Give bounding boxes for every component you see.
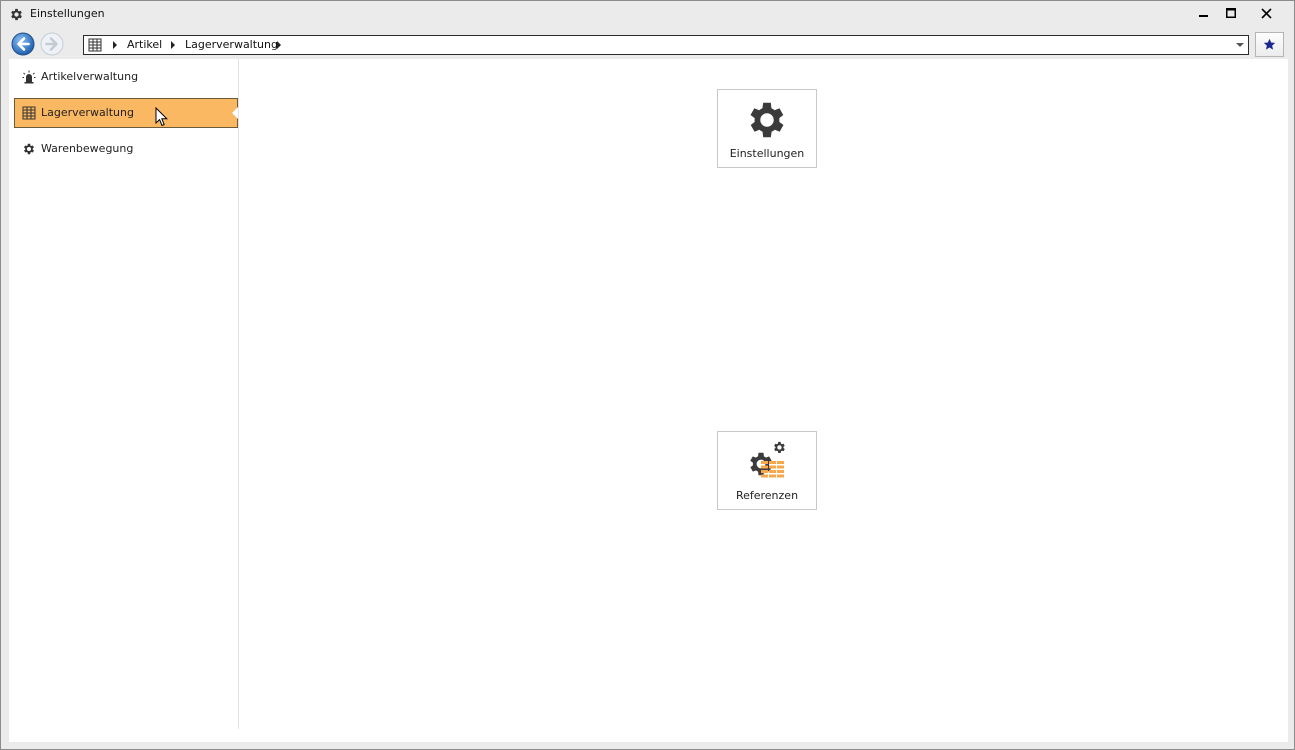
mouse-cursor-icon xyxy=(155,107,169,127)
sidebar: Artikelverwaltung Lagerverwaltung Warenb… xyxy=(9,59,239,729)
close-button[interactable] xyxy=(1252,3,1280,23)
title-bar: Einstellungen xyxy=(1,1,1294,28)
close-icon xyxy=(1260,7,1272,19)
sidebar-item-warenbewegung[interactable]: Warenbewegung xyxy=(14,135,238,163)
breadcrumb-artikel[interactable]: Artikel xyxy=(127,38,162,51)
sidebar-item-artikelverwaltung[interactable]: Artikelverwaltung xyxy=(14,63,238,91)
address-bar[interactable]: Artikel Lagerverwaltung xyxy=(83,35,1249,55)
warehouse-icon xyxy=(88,38,102,52)
breadcrumb-separator-icon xyxy=(171,41,175,49)
breadcrumb-separator-icon[interactable] xyxy=(277,41,281,49)
gear-icon xyxy=(23,143,35,155)
sidebar-item-label: Lagerverwaltung xyxy=(41,106,134,119)
alarm-light-icon xyxy=(22,70,36,84)
sidebar-item-label: Artikelverwaltung xyxy=(41,70,139,83)
tile-referenzen[interactable]: Referenzen xyxy=(717,431,817,510)
back-button[interactable] xyxy=(11,32,35,56)
selection-indicator xyxy=(232,107,238,119)
maximize-icon xyxy=(1226,8,1236,18)
sidebar-item-label: Warenbewegung xyxy=(41,142,134,155)
breadcrumb-separator-icon xyxy=(113,41,117,49)
breadcrumb-lagerverwaltung[interactable]: Lagerverwaltung xyxy=(185,38,278,51)
maximize-button[interactable] xyxy=(1217,3,1245,23)
warehouse-icon xyxy=(22,106,36,120)
content-area: Artikelverwaltung Lagerverwaltung Warenb… xyxy=(9,59,1288,742)
star-icon xyxy=(1263,38,1276,50)
chevron-down-icon[interactable] xyxy=(1236,43,1244,47)
tile-label: Einstellungen xyxy=(729,147,805,160)
window-title: Einstellungen xyxy=(30,7,105,20)
minimize-icon xyxy=(1199,15,1208,17)
forward-button[interactable] xyxy=(40,32,64,56)
favorite-button[interactable] xyxy=(1255,32,1284,57)
tile-label: Referenzen xyxy=(735,489,799,502)
app-window: Einstellungen Artikel Lagerverwaltung Ar… xyxy=(0,0,1295,750)
gear-icon xyxy=(750,102,784,138)
minimize-button[interactable] xyxy=(1190,3,1218,23)
gear-icon xyxy=(11,8,22,21)
sidebar-item-lagerverwaltung[interactable]: Lagerverwaltung xyxy=(14,98,238,128)
tile-einstellungen[interactable]: Einstellungen xyxy=(717,89,817,168)
gears-table-icon xyxy=(750,441,785,478)
